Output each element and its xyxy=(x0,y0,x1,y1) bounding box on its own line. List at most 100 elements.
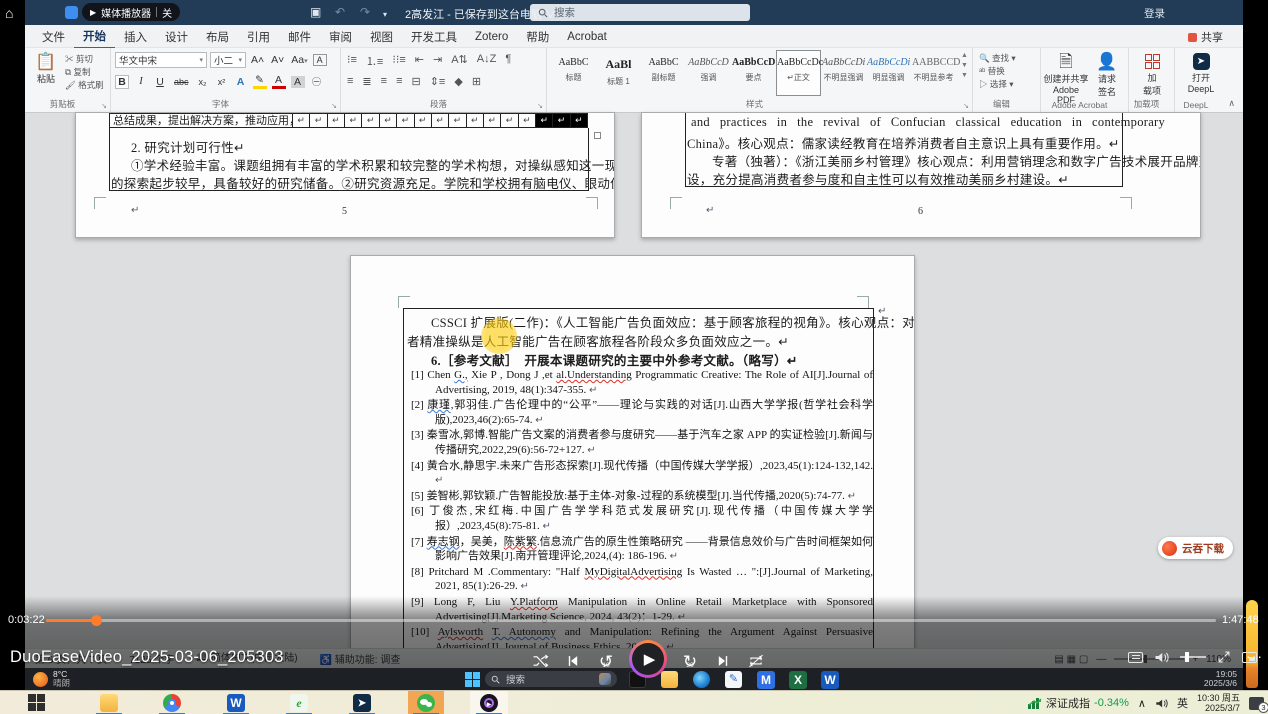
word-icon[interactable]: W xyxy=(227,694,245,712)
notification-center-icon[interactable]: 3 xyxy=(1249,697,1264,710)
table-cell[interactable]: ↵ xyxy=(466,114,483,127)
font-size-combo[interactable]: 小二▾ xyxy=(210,52,246,68)
wechat-icon[interactable] xyxy=(417,694,435,712)
start-icon[interactable] xyxy=(28,694,46,712)
undo-icon[interactable]: ↶ xyxy=(335,5,345,19)
paragraph-dialog-launcher[interactable]: ↘ xyxy=(537,102,543,110)
addins-button[interactable]: 加 载项 xyxy=(1133,52,1171,97)
subscript-button[interactable]: x₂ xyxy=(196,77,210,87)
tab-帮助[interactable]: 帮助 xyxy=(517,25,558,48)
tab-开始[interactable]: 开始 xyxy=(74,24,115,49)
paragraph-tool-icon[interactable]: ⇥ xyxy=(433,53,442,69)
start-icon[interactable] xyxy=(465,672,480,687)
table-cell[interactable]: ↵ xyxy=(483,114,500,127)
table-cell[interactable]: ↵ xyxy=(448,114,465,127)
style-强调[interactable]: AaBbCcD强调 xyxy=(686,50,731,96)
tab-Acrobat[interactable]: Acrobat xyxy=(558,27,616,46)
paragraph-tool-icon[interactable]: ⇤ xyxy=(415,53,424,69)
tab-邮件[interactable]: 邮件 xyxy=(279,25,320,48)
ie-icon[interactable]: e xyxy=(290,694,308,712)
paragraph-tool-icon[interactable]: ⇕≡ xyxy=(430,75,446,88)
rewind-10-icon[interactable]: ↺10 xyxy=(596,651,616,671)
table-cell[interactable]: ↵ xyxy=(518,114,535,127)
table-row[interactable]: 总结成果，提出解决方案，推动应用，结题 ↵↵↵↵↵↵↵↵↵↵↵↵↵↵↵↵↵ xyxy=(109,113,588,128)
replace-button[interactable]: ᵃᵇ 替换 xyxy=(979,65,1016,78)
table-cell[interactable]: ↵ xyxy=(361,114,378,127)
superscript-button[interactable]: x² xyxy=(215,77,229,87)
more-icon[interactable]: ··· xyxy=(1246,648,1263,664)
font-dialog-launcher[interactable]: ↘ xyxy=(331,102,337,110)
table-cell[interactable]: ↵ xyxy=(379,114,396,127)
table-cell[interactable]: ↵ xyxy=(292,114,309,127)
style-↵正文[interactable]: AaBbCcDc↵正文 xyxy=(776,50,821,96)
open-deepl-button[interactable]: ➤ 打开 DeepL xyxy=(1182,52,1220,94)
table-cell[interactable]: ↵ xyxy=(414,114,431,127)
shuffle-icon[interactable] xyxy=(530,651,550,671)
tab-布局[interactable]: 布局 xyxy=(197,25,238,48)
weather-widget[interactable]: 8°C晴朗 xyxy=(33,670,70,688)
excel-icon[interactable]: X xyxy=(789,671,807,689)
fullscreen-icon[interactable] xyxy=(1217,650,1231,664)
save-icon[interactable]: ▣ xyxy=(310,5,321,19)
volume-handle[interactable] xyxy=(1185,652,1189,662)
font-family-combo[interactable]: 华文中宋▾ xyxy=(115,52,207,68)
forward-30-icon[interactable]: ↻30 xyxy=(680,651,700,671)
style-标题 1[interactable]: AaBl标题 1 xyxy=(596,50,641,96)
font-color-button[interactable]: A xyxy=(272,74,286,89)
qat-customize-icon[interactable]: ▾ xyxy=(383,8,387,22)
paragraph-tool-icon[interactable]: ⁝⁝≡ xyxy=(392,53,405,69)
strikethrough-button[interactable]: abc xyxy=(172,77,191,87)
highlight-color-button[interactable]: ✎ xyxy=(253,74,267,89)
change-case-button[interactable]: Aa▾ xyxy=(289,54,309,66)
format-painter-button[interactable]: 🖌 格式刷 xyxy=(65,79,104,92)
paragraph-tool-icon[interactable]: ⁝≡ xyxy=(347,53,357,69)
tab-设计[interactable]: 设计 xyxy=(156,25,197,48)
collapse-ribbon-icon[interactable]: ∧ xyxy=(1228,98,1235,109)
sign-in-button[interactable]: 登录 xyxy=(1144,6,1165,21)
player-overlay-pill[interactable]: ▶ 媒体播放器 关 xyxy=(82,3,180,21)
paragraph-tool-icon[interactable]: ⊞ xyxy=(472,75,481,88)
cloud-download-badge[interactable]: 云吞下载 xyxy=(1158,537,1233,559)
volume-icon[interactable] xyxy=(1154,651,1169,664)
player-pill-close-button[interactable]: 关 xyxy=(162,5,172,20)
chrome-icon[interactable] xyxy=(163,694,181,712)
request-signature-button[interactable]: 👤 请求 签名 xyxy=(1091,52,1123,98)
tab-视图[interactable]: 视图 xyxy=(361,25,402,48)
word-icon[interactable]: W xyxy=(821,671,839,689)
table-cell[interactable]: ↵ xyxy=(535,114,552,127)
grow-font-button[interactable]: A˄ xyxy=(249,54,266,66)
table-cell[interactable]: ↵ xyxy=(327,114,344,127)
paragraph-tool-icon[interactable]: ≡ xyxy=(381,75,387,88)
paragraph-tool-icon[interactable]: A↓Z xyxy=(477,53,497,69)
input-language-badge[interactable]: 英 xyxy=(1177,695,1188,711)
italic-button[interactable]: I xyxy=(134,76,148,87)
home-icon[interactable]: ⌂ xyxy=(5,5,13,21)
table-cell[interactable]: ↵ xyxy=(344,114,361,127)
play-button[interactable]: ▶ xyxy=(629,640,667,678)
clipboard-dialog-launcher[interactable]: ↘ xyxy=(101,102,107,110)
volume-icon[interactable] xyxy=(1155,698,1168,709)
character-border-button[interactable]: A xyxy=(313,54,327,66)
deepl-icon[interactable]: ➤ xyxy=(353,694,371,712)
file-explorer-icon[interactable] xyxy=(100,694,118,712)
paragraph-tool-icon[interactable]: ≡ xyxy=(347,75,353,88)
table-cell[interactable]: ↵ xyxy=(396,114,413,127)
redo-icon[interactable]: ↷ xyxy=(360,5,370,19)
tab-文件[interactable]: 文件 xyxy=(33,25,74,48)
mini-player-icon[interactable] xyxy=(65,6,78,19)
tab-Zotero[interactable]: Zotero xyxy=(466,27,517,46)
paragraph-tool-icon[interactable]: ⊟ xyxy=(411,75,420,88)
text-effects-button[interactable]: A xyxy=(234,76,248,88)
paragraph-tool-icon[interactable]: ⒈≡ xyxy=(366,53,383,69)
volume-slider[interactable] xyxy=(1180,656,1206,658)
tab-开发工具[interactable]: 开发工具 xyxy=(402,25,466,48)
table-cell[interactable]: ↵ xyxy=(552,114,569,127)
table-handle[interactable] xyxy=(594,132,601,139)
styles-gallery-scroll[interactable]: ▲▼▼ xyxy=(959,52,970,79)
style-要点[interactable]: AaBbCcD要点 xyxy=(731,50,776,96)
table-cell[interactable]: ↵ xyxy=(500,114,517,127)
create-share-pdf-button[interactable]: 🗎 创建并共享 Adobe PDF xyxy=(1043,52,1089,105)
shrink-font-button[interactable]: A˅ xyxy=(269,54,286,66)
styles-dialog-launcher[interactable]: ↘ xyxy=(963,102,969,110)
copy-button[interactable]: ⧉ 复制 xyxy=(65,66,104,79)
